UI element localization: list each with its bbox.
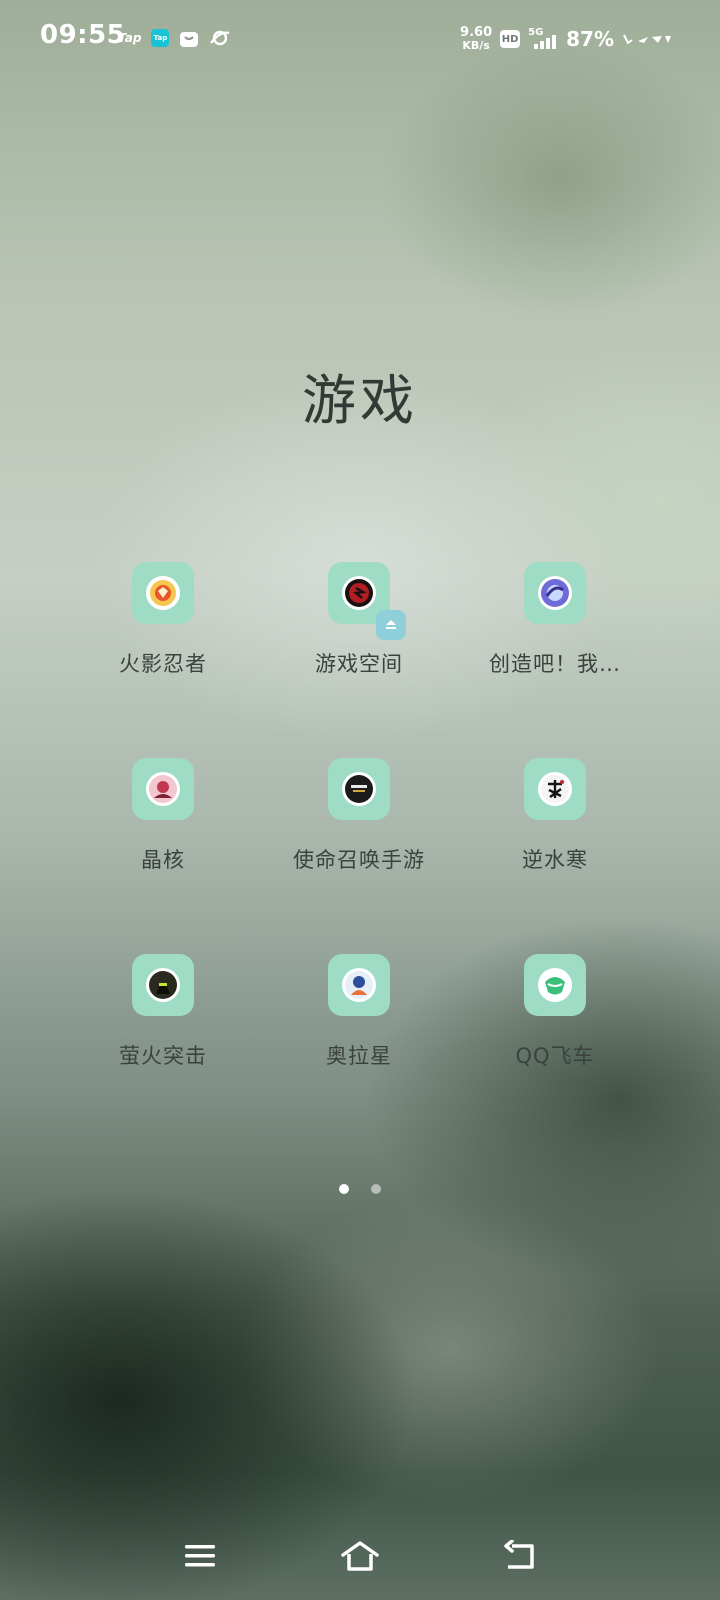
app-label: QQ飞车 bbox=[515, 1044, 595, 1068]
app-label: 火影忍者 bbox=[119, 652, 207, 676]
app-label: 萤火突击 bbox=[119, 1044, 207, 1068]
app-game-space[interactable]: 游戏空间 bbox=[264, 562, 454, 702]
app-yinghuo[interactable]: 萤火突击 bbox=[68, 954, 258, 1094]
app-label: 奥拉星 bbox=[326, 1044, 392, 1068]
app-label: 使命召唤手游 bbox=[293, 848, 425, 872]
yinghuo-icon[interactable] bbox=[132, 954, 194, 1016]
update-badge-icon bbox=[376, 610, 406, 640]
app-label: 晶核 bbox=[141, 848, 185, 872]
app-grid: 火影忍者 游戏空间 创造吧！我… 晶核 使命召唤手游 逆水寒 萤火突击 奥拉星 … bbox=[0, 0, 720, 1100]
app-aolaxing[interactable]: 奥拉星 bbox=[264, 954, 454, 1094]
aolaxing-icon[interactable] bbox=[328, 954, 390, 1016]
back-icon[interactable] bbox=[496, 1536, 544, 1576]
jinghe-icon[interactable] bbox=[132, 758, 194, 820]
cod-mobile-icon[interactable] bbox=[328, 758, 390, 820]
page-dot-1[interactable] bbox=[339, 1184, 349, 1194]
app-jinghe[interactable]: 晶核 bbox=[68, 758, 258, 898]
nishuihan-icon[interactable] bbox=[524, 758, 586, 820]
app-create[interactable]: 创造吧！我… bbox=[460, 562, 650, 702]
create-game-icon[interactable] bbox=[524, 562, 586, 624]
naruto-icon[interactable] bbox=[132, 562, 194, 624]
app-nishuihan[interactable]: 逆水寒 bbox=[460, 758, 650, 898]
app-label: 游戏空间 bbox=[315, 652, 403, 676]
app-qq-speed[interactable]: QQ飞车 bbox=[460, 954, 650, 1094]
app-naruto[interactable]: 火影忍者 bbox=[68, 562, 258, 702]
app-label: 创造吧！我… bbox=[489, 652, 621, 676]
navigation-bar bbox=[0, 1520, 720, 1600]
app-cod-mobile[interactable]: 使命召唤手游 bbox=[264, 758, 454, 898]
page-indicator[interactable] bbox=[0, 1184, 720, 1196]
app-label: 逆水寒 bbox=[522, 848, 588, 872]
home-icon[interactable] bbox=[336, 1536, 384, 1576]
menu-icon[interactable] bbox=[176, 1536, 224, 1576]
qq-speed-icon[interactable] bbox=[524, 954, 586, 1016]
page-dot-2[interactable] bbox=[371, 1184, 381, 1194]
